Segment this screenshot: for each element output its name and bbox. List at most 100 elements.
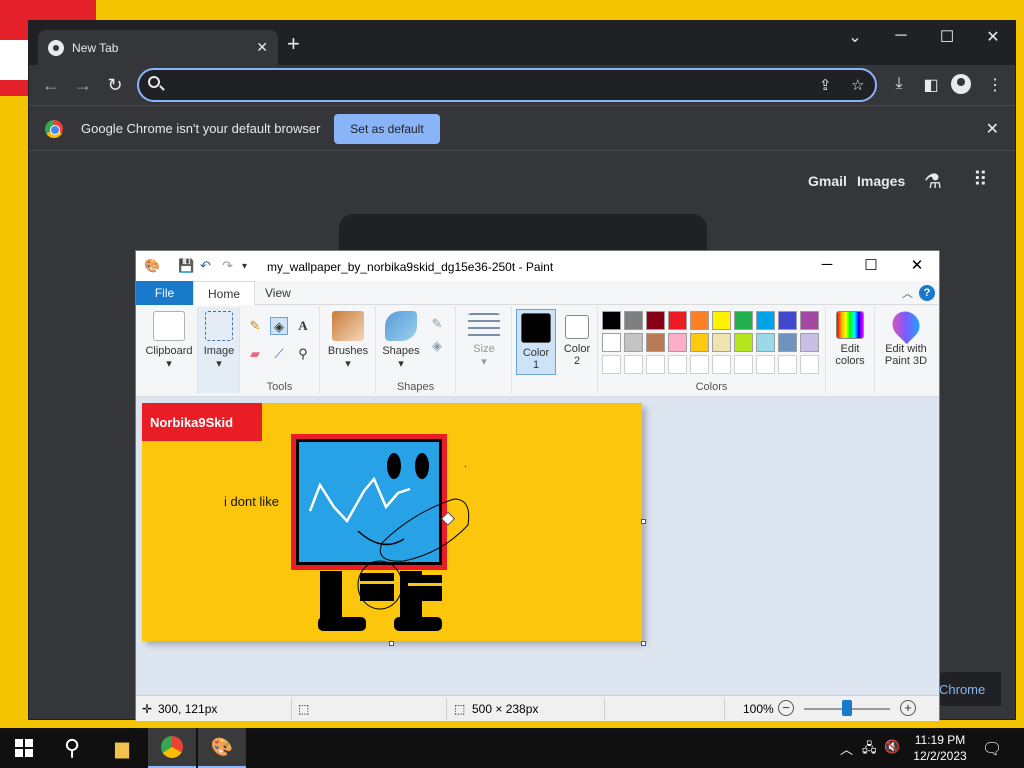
palette-swatch[interactable] bbox=[624, 311, 643, 330]
clipboard-button[interactable]: Clipboard ▾ bbox=[142, 311, 196, 370]
palette-swatch[interactable] bbox=[668, 311, 687, 330]
start-button[interactable] bbox=[0, 728, 48, 768]
tab-new-tab[interactable]: New Tab ✕ bbox=[38, 30, 278, 65]
drawing-canvas[interactable]: Norbika9Skid i dont like . bbox=[142, 403, 642, 641]
help-icon[interactable]: ? bbox=[919, 285, 935, 301]
volume-muted-icon[interactable]: 🔇 bbox=[884, 739, 900, 755]
palette-swatch[interactable] bbox=[712, 333, 731, 352]
shapes-button[interactable]: Shapes ▾ bbox=[378, 311, 424, 370]
paint-close-button[interactable]: ✕ bbox=[902, 256, 932, 274]
canvas-workspace[interactable]: Norbika9Skid i dont like . bbox=[136, 397, 939, 695]
edit-with-paint3d-button[interactable]: Edit with Paint 3D bbox=[877, 305, 935, 367]
profile-avatar[interactable] bbox=[951, 74, 971, 94]
show-hidden-icons[interactable]: ︿ bbox=[840, 739, 853, 758]
text-icon[interactable]: A bbox=[294, 317, 312, 335]
paint-minimize-button[interactable]: ─ bbox=[812, 256, 842, 273]
address-input[interactable] bbox=[171, 74, 811, 96]
side-panel-icon[interactable]: ◧ bbox=[919, 75, 943, 95]
palette-swatch[interactable] bbox=[756, 311, 775, 330]
palette-swatch[interactable] bbox=[646, 333, 665, 352]
eraser-icon[interactable]: ▰ bbox=[246, 345, 264, 363]
minimize-button[interactable]: ─ bbox=[881, 27, 921, 45]
collapse-ribbon-icon[interactable]: ︿ bbox=[902, 285, 913, 301]
size-button[interactable]: Size ▾ bbox=[460, 313, 508, 368]
palette-swatch[interactable] bbox=[778, 333, 797, 352]
custom-color-slot[interactable] bbox=[734, 355, 753, 374]
palette-swatch[interactable] bbox=[690, 333, 709, 352]
paint-maximize-button[interactable]: ☐ bbox=[856, 256, 886, 274]
tab-view[interactable]: View bbox=[251, 281, 305, 305]
undo-icon[interactable]: ↶ bbox=[200, 258, 211, 274]
zoom-slider-thumb[interactable] bbox=[842, 700, 852, 716]
palette-swatch[interactable] bbox=[800, 333, 819, 352]
custom-color-slot[interactable] bbox=[756, 355, 775, 374]
palette-swatch[interactable] bbox=[602, 311, 621, 330]
custom-color-slot[interactable] bbox=[602, 355, 621, 374]
gmail-link[interactable]: Gmail bbox=[808, 173, 847, 189]
menu-icon[interactable]: ⋮ bbox=[983, 75, 1007, 95]
images-link[interactable]: Images bbox=[857, 173, 905, 189]
custom-color-slot[interactable] bbox=[712, 355, 731, 374]
custom-color-slot[interactable] bbox=[646, 355, 665, 374]
custom-color-slot[interactable] bbox=[778, 355, 797, 374]
reload-icon[interactable]: ↻ bbox=[103, 73, 127, 97]
palette-swatch[interactable] bbox=[690, 311, 709, 330]
tab-file[interactable]: File bbox=[136, 281, 193, 305]
custom-color-slot[interactable] bbox=[624, 355, 643, 374]
zoom-in-button[interactable]: + bbox=[900, 700, 916, 716]
palette-swatch[interactable] bbox=[646, 311, 665, 330]
image-button[interactable]: Image ▾ bbox=[200, 311, 238, 370]
forward-arrow-icon[interactable]: → bbox=[71, 73, 95, 97]
set-as-default-button[interactable]: Set as default bbox=[334, 114, 440, 144]
apps-grid-icon[interactable]: ⠿ bbox=[973, 167, 988, 192]
palette-swatch[interactable] bbox=[778, 311, 797, 330]
taskbar-clock[interactable]: 11:19 PM 12/2/2023 bbox=[908, 732, 972, 764]
labs-flask-icon[interactable]: ⚗ bbox=[924, 169, 942, 194]
resize-handle-bottom[interactable] bbox=[389, 641, 394, 646]
edit-colors-button[interactable]: Edit colors bbox=[828, 311, 872, 367]
custom-color-slot[interactable] bbox=[800, 355, 819, 374]
color2-button[interactable]: Color 2 bbox=[558, 315, 596, 367]
palette-swatch[interactable] bbox=[624, 333, 643, 352]
new-tab-button[interactable]: + bbox=[287, 33, 300, 55]
save-icon[interactable]: 💾 bbox=[178, 258, 194, 274]
tab-close-icon[interactable]: ✕ bbox=[256, 39, 268, 56]
back-arrow-icon[interactable]: ← bbox=[39, 73, 63, 97]
custom-color-slot[interactable] bbox=[690, 355, 709, 374]
redo-icon[interactable]: ↷ bbox=[222, 258, 233, 274]
pencil-icon[interactable]: ✎ bbox=[246, 317, 264, 335]
file-explorer-icon[interactable]: ▆ bbox=[98, 728, 146, 768]
palette-swatch[interactable] bbox=[734, 333, 753, 352]
customize-qat-icon[interactable]: ▾ bbox=[242, 261, 247, 272]
zoom-out-button[interactable]: − bbox=[778, 700, 794, 716]
color1-button[interactable]: Color 1 bbox=[516, 309, 556, 375]
magnifier-icon[interactable]: ⚲ bbox=[294, 345, 312, 363]
fill-bucket-icon[interactable]: ◈ bbox=[270, 317, 288, 335]
chrome-taskbar-icon[interactable] bbox=[148, 728, 196, 768]
tab-home[interactable]: Home bbox=[193, 281, 256, 306]
share-icon[interactable]: ⇪ bbox=[819, 76, 832, 94]
tab-search-icon[interactable]: ⌄ bbox=[835, 27, 875, 47]
custom-color-slot[interactable] bbox=[668, 355, 687, 374]
outline-icon[interactable]: ✎ bbox=[428, 315, 446, 333]
color-picker-icon[interactable]: ⟋ bbox=[270, 345, 288, 363]
palette-swatch[interactable] bbox=[756, 333, 775, 352]
palette-swatch[interactable] bbox=[734, 311, 753, 330]
brushes-button[interactable]: Brushes ▾ bbox=[322, 311, 374, 370]
maximize-button[interactable]: ☐ bbox=[927, 27, 967, 47]
download-icon[interactable]: ⤓ bbox=[887, 75, 911, 93]
resize-handle-corner[interactable] bbox=[641, 641, 646, 646]
bookmark-star-icon[interactable]: ☆ bbox=[851, 76, 864, 94]
network-icon[interactable]: 🖧 bbox=[862, 739, 877, 761]
palette-swatch[interactable] bbox=[712, 311, 731, 330]
fill-icon[interactable]: ◈ bbox=[428, 337, 446, 355]
infobar-close-icon[interactable]: ✕ bbox=[986, 119, 999, 139]
paint-taskbar-icon[interactable]: 🎨 bbox=[198, 728, 246, 768]
palette-swatch[interactable] bbox=[668, 333, 687, 352]
search-icon[interactable]: ⚲ bbox=[48, 728, 96, 768]
close-window-button[interactable]: ✕ bbox=[973, 27, 1013, 47]
notifications-icon[interactable]: 🗨 bbox=[982, 739, 1002, 759]
palette-swatch[interactable] bbox=[602, 333, 621, 352]
address-bar[interactable]: ⇪ ☆ bbox=[137, 68, 877, 102]
resize-handle-right[interactable] bbox=[641, 519, 646, 524]
